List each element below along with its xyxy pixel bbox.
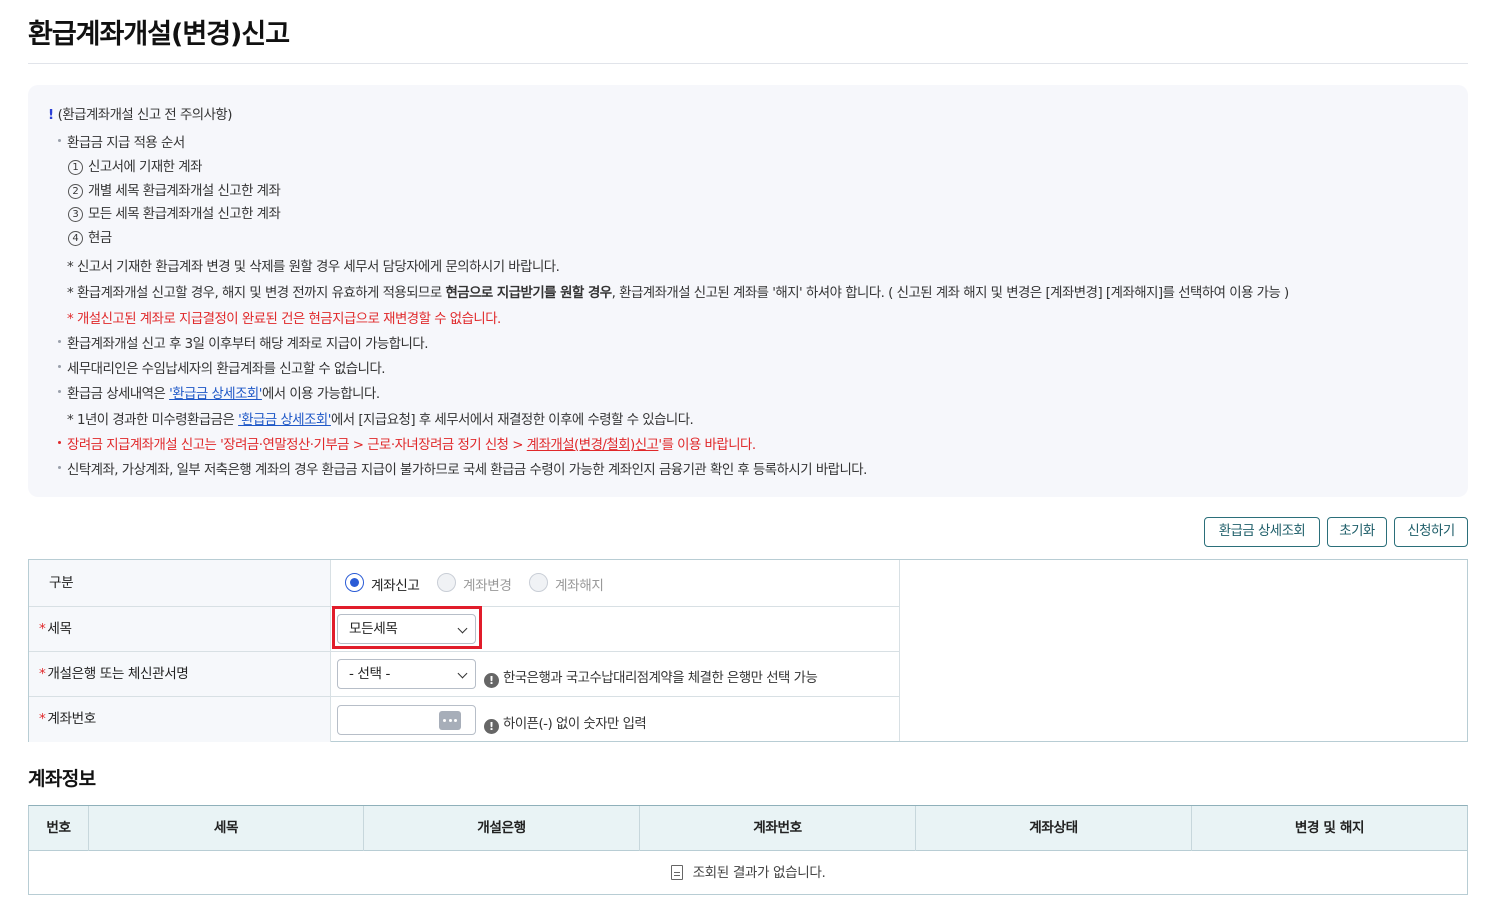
apply-button[interactable]: 신청하기 [1394,517,1468,547]
notice-note: * 환급계좌개설 신고할 경우, 해지 및 변경 전까지 유효하게 적용되므로 … [67,286,1289,301]
notice-bullet: 세무대리인은 수임납세자의 환급계좌를 신고할 수 없습니다. [67,362,386,377]
refund-detail-link[interactable]: '환급금 상세조회' [238,413,331,428]
notice-bullet: 신탁계좌, 가상계좌, 일부 저축은행 계좌의 경우 환급금 지급이 불가하므로… [67,463,867,478]
order-item: 2 개별 세목 환급계좌개설 신고한 계좌 [68,179,281,199]
radio-unchecked-icon [437,573,456,592]
bullet-dot-icon [58,340,61,343]
page-title: 환급계좌개설(변경)신고 [28,19,290,50]
notice-note: * 신고서 기재한 환급계좌 변경 및 삭제를 원할 경우 세무서 담당자에게 … [67,260,560,275]
notice-heading: ! (환급계좌개설 신고 전 주의사항) [48,108,232,123]
order-item: 4 현금 [68,226,112,246]
account-label: * 계좌번호 [29,697,331,742]
exclamation-icon: ! [48,108,54,123]
required-mark: * [39,621,46,637]
bullet-dot-icon [58,365,61,368]
bullet-dot-icon [58,466,61,469]
bullet-dot-icon [58,390,61,393]
column-header: 번호 [29,806,89,851]
refund-detail-link[interactable]: '환급금 상세조회' [169,387,262,402]
form-row-bank: * 개설은행 또는 체신관서명 - 선택 - ! 한국은행과 국고수납대리점계약을 … [29,652,900,697]
chevron-down-icon [457,668,468,679]
account-hint: ! 하이픈(-) 없이 숫자만 입력 [484,712,647,734]
bullet-dot-icon [58,139,61,142]
bank-hint: ! 한국은행과 국고수납대리점계약을 체결한 은행만 선택 가능 [484,666,818,688]
info-icon: ! [484,673,499,688]
type-label: 구분 [29,560,331,606]
tax-label: * 세목 [29,607,331,651]
empty-result: 조회된 결과가 없습니다. [29,851,1467,895]
required-mark: * [39,666,46,682]
order-item: 1 신고서에 기재한 계좌 [68,155,202,175]
document-icon [670,865,683,880]
form-row-account: * 계좌번호 ! 하이픈(-) 없이 숫자만 입력 [29,697,900,742]
order-title: 환급금 지급 적용 순서 [67,136,185,151]
refund-detail-button[interactable]: 환급금 상세조회 [1204,517,1320,547]
column-header: 세목 [89,806,364,851]
notice-bullet: 환급금 상세내역은 '환급금 상세조회'에서 이용 가능합니다. [67,387,380,402]
notice-note: * 1년이 경과한 미수령환급금은 '환급금 상세조회'에서 [지급요청] 후 … [67,413,694,428]
bank-label: * 개설은행 또는 체신관서명 [29,652,331,696]
required-mark: * [39,711,46,727]
form-empty-cell [899,560,1468,741]
incentive-account-link[interactable]: 계좌개설(변경/철회)신고 [527,438,659,453]
column-header: 계좌번호 [640,806,916,851]
account-form: 구분 계좌신고 계좌변경 계좌해지 * 세목 모든세목 * 개설은행 또는 체신관서… [28,559,1468,742]
account-info-title: 계좌정보 [28,768,96,790]
notice-box: ! (환급계좌개설 신고 전 주의사항) 환급금 지급 적용 순서 1 신고서에 기… [28,85,1468,497]
keypad-icon[interactable] [439,711,461,730]
title-divider [28,63,1468,64]
bullet-dot-icon [58,441,61,444]
reset-button[interactable]: 초기화 [1327,517,1387,547]
radio-unchecked-icon [529,573,548,592]
radio-checked-icon [345,573,364,592]
column-header: 개설은행 [364,806,640,851]
column-header: 변경 및 해지 [1294,820,1365,836]
notice-bullet: 환급계좌개설 신고 후 3일 이후부터 해당 계좌로 지급이 가능합니다. [67,337,428,352]
notice-warning: * 개설신고된 계좌로 지급결정이 완료된 건은 현금지급으로 재변경할 수 없… [67,312,501,327]
bank-select[interactable]: - 선택 - [337,659,476,689]
order-item: 3 모든 세목 환급계좌개설 신고한 계좌 [68,202,281,222]
column-header: 계좌상태 [916,806,1192,851]
form-row-type: 구분 계좌신고 계좌변경 계좌해지 [29,560,900,607]
account-number-input[interactable] [337,705,476,735]
table-header: 번호 세목 개설은행 계좌번호 계좌상태 변경 및 해지 [29,806,1467,851]
info-icon: ! [484,719,499,734]
account-info-table: 번호 세목 개설은행 계좌번호 계좌상태 변경 및 해지 조회된 결과가 없습니… [28,805,1468,895]
notice-bullet: 장려금 지급계좌개설 신고는 '장려금·연말정산·기부금 > 근로·자녀장려금 … [67,438,756,453]
tax-select-highlight [332,606,482,649]
